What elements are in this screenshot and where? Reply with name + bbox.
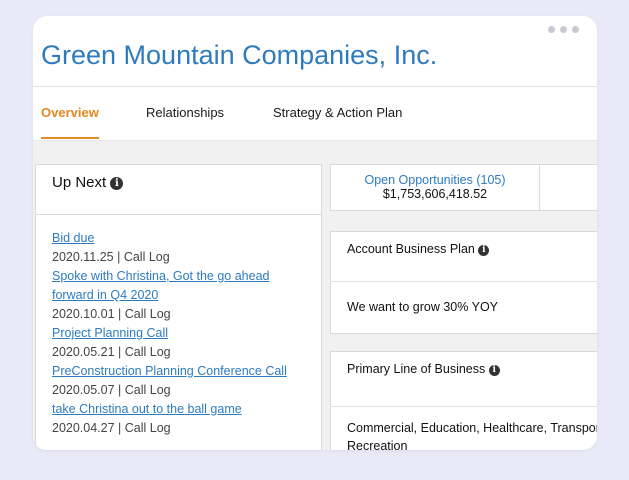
account-business-plan-value: We want to grow 30% YOY (347, 300, 499, 314)
list-item: Bid due 2020.11.25 | Call Log (52, 229, 321, 267)
dot-icon (548, 26, 555, 33)
primary-line-of-business-header: Primary Line of Business i (331, 352, 597, 407)
up-next-panel: Up Next i Bid due 2020.11.25 | Call Log … (35, 164, 322, 450)
info-icon[interactable]: i (488, 365, 500, 376)
account-business-plan-heading: Account Business Plan (347, 242, 475, 256)
account-business-plan-card: Account Business Plan i We want to grow … (330, 231, 597, 334)
activity-link[interactable]: Bid due (52, 229, 321, 248)
dot-icon (572, 26, 579, 33)
activity-link[interactable]: Spoke with Christina, Got the go ahead f… (52, 267, 292, 305)
opportunities-cell: Open Opportunities (105) $1,753,606,418.… (331, 165, 540, 210)
primary-line-of-business-value: Commercial, Education, Healthcare, Trans… (347, 421, 597, 450)
opportunities-amount: $1,753,606,418.52 (382, 187, 488, 201)
activity-link[interactable]: Project Planning Call (52, 324, 321, 343)
activity-meta: 2020.05.21 | Call Log (52, 345, 171, 359)
info-icon[interactable]: i (478, 245, 490, 256)
tab-overview[interactable]: Overview (41, 86, 99, 139)
info-icon[interactable]: i (110, 177, 124, 190)
activity-meta: 2020.10.01 | Call Log (52, 307, 171, 321)
list-item: Spoke with Christina, Got the go ahead f… (52, 267, 321, 324)
app-window: Green Mountain Companies, Inc. Overview … (33, 16, 597, 450)
primary-line-of-business-heading: Primary Line of Business (347, 362, 486, 376)
open-opportunities-link[interactable]: Open Opportunities (105) (331, 173, 539, 187)
activity-meta: 2020.05.07 | Call Log (52, 383, 171, 397)
up-next-heading: Up Next (52, 174, 107, 191)
list-item: take Christina out to the ball game 2020… (52, 400, 321, 438)
activity-link[interactable]: take Christina out to the ball game (52, 400, 321, 419)
window-menu-dots[interactable] (548, 26, 579, 33)
activity-meta: 2020.11.25 | Call Log (52, 250, 170, 264)
activity-list: Bid due 2020.11.25 | Call Log Spoke with… (36, 215, 321, 438)
list-item: PreConstruction Planning Conference Call… (52, 362, 321, 400)
page-title: Green Mountain Companies, Inc. (41, 40, 438, 70)
primary-line-of-business-card: Primary Line of Business i Commercial, E… (330, 351, 597, 450)
list-item: Project Planning Call 2020.05.21 | Call … (52, 324, 321, 362)
tab-strategy-action-plan[interactable]: Strategy & Action Plan (273, 86, 402, 139)
tab-bar: Overview Relationships Strategy & Action… (33, 86, 597, 140)
up-next-header: Up Next i (36, 165, 321, 215)
tab-relationships[interactable]: Relationships (146, 86, 224, 139)
activity-link[interactable]: PreConstruction Planning Conference Call (52, 362, 321, 381)
activity-meta: 2020.04.27 | Call Log (52, 421, 171, 435)
open-opportunities-card: Open Opportunities (105) $1,753,606,418.… (330, 164, 597, 211)
dot-icon (560, 26, 567, 33)
account-business-plan-header: Account Business Plan i (331, 232, 597, 282)
